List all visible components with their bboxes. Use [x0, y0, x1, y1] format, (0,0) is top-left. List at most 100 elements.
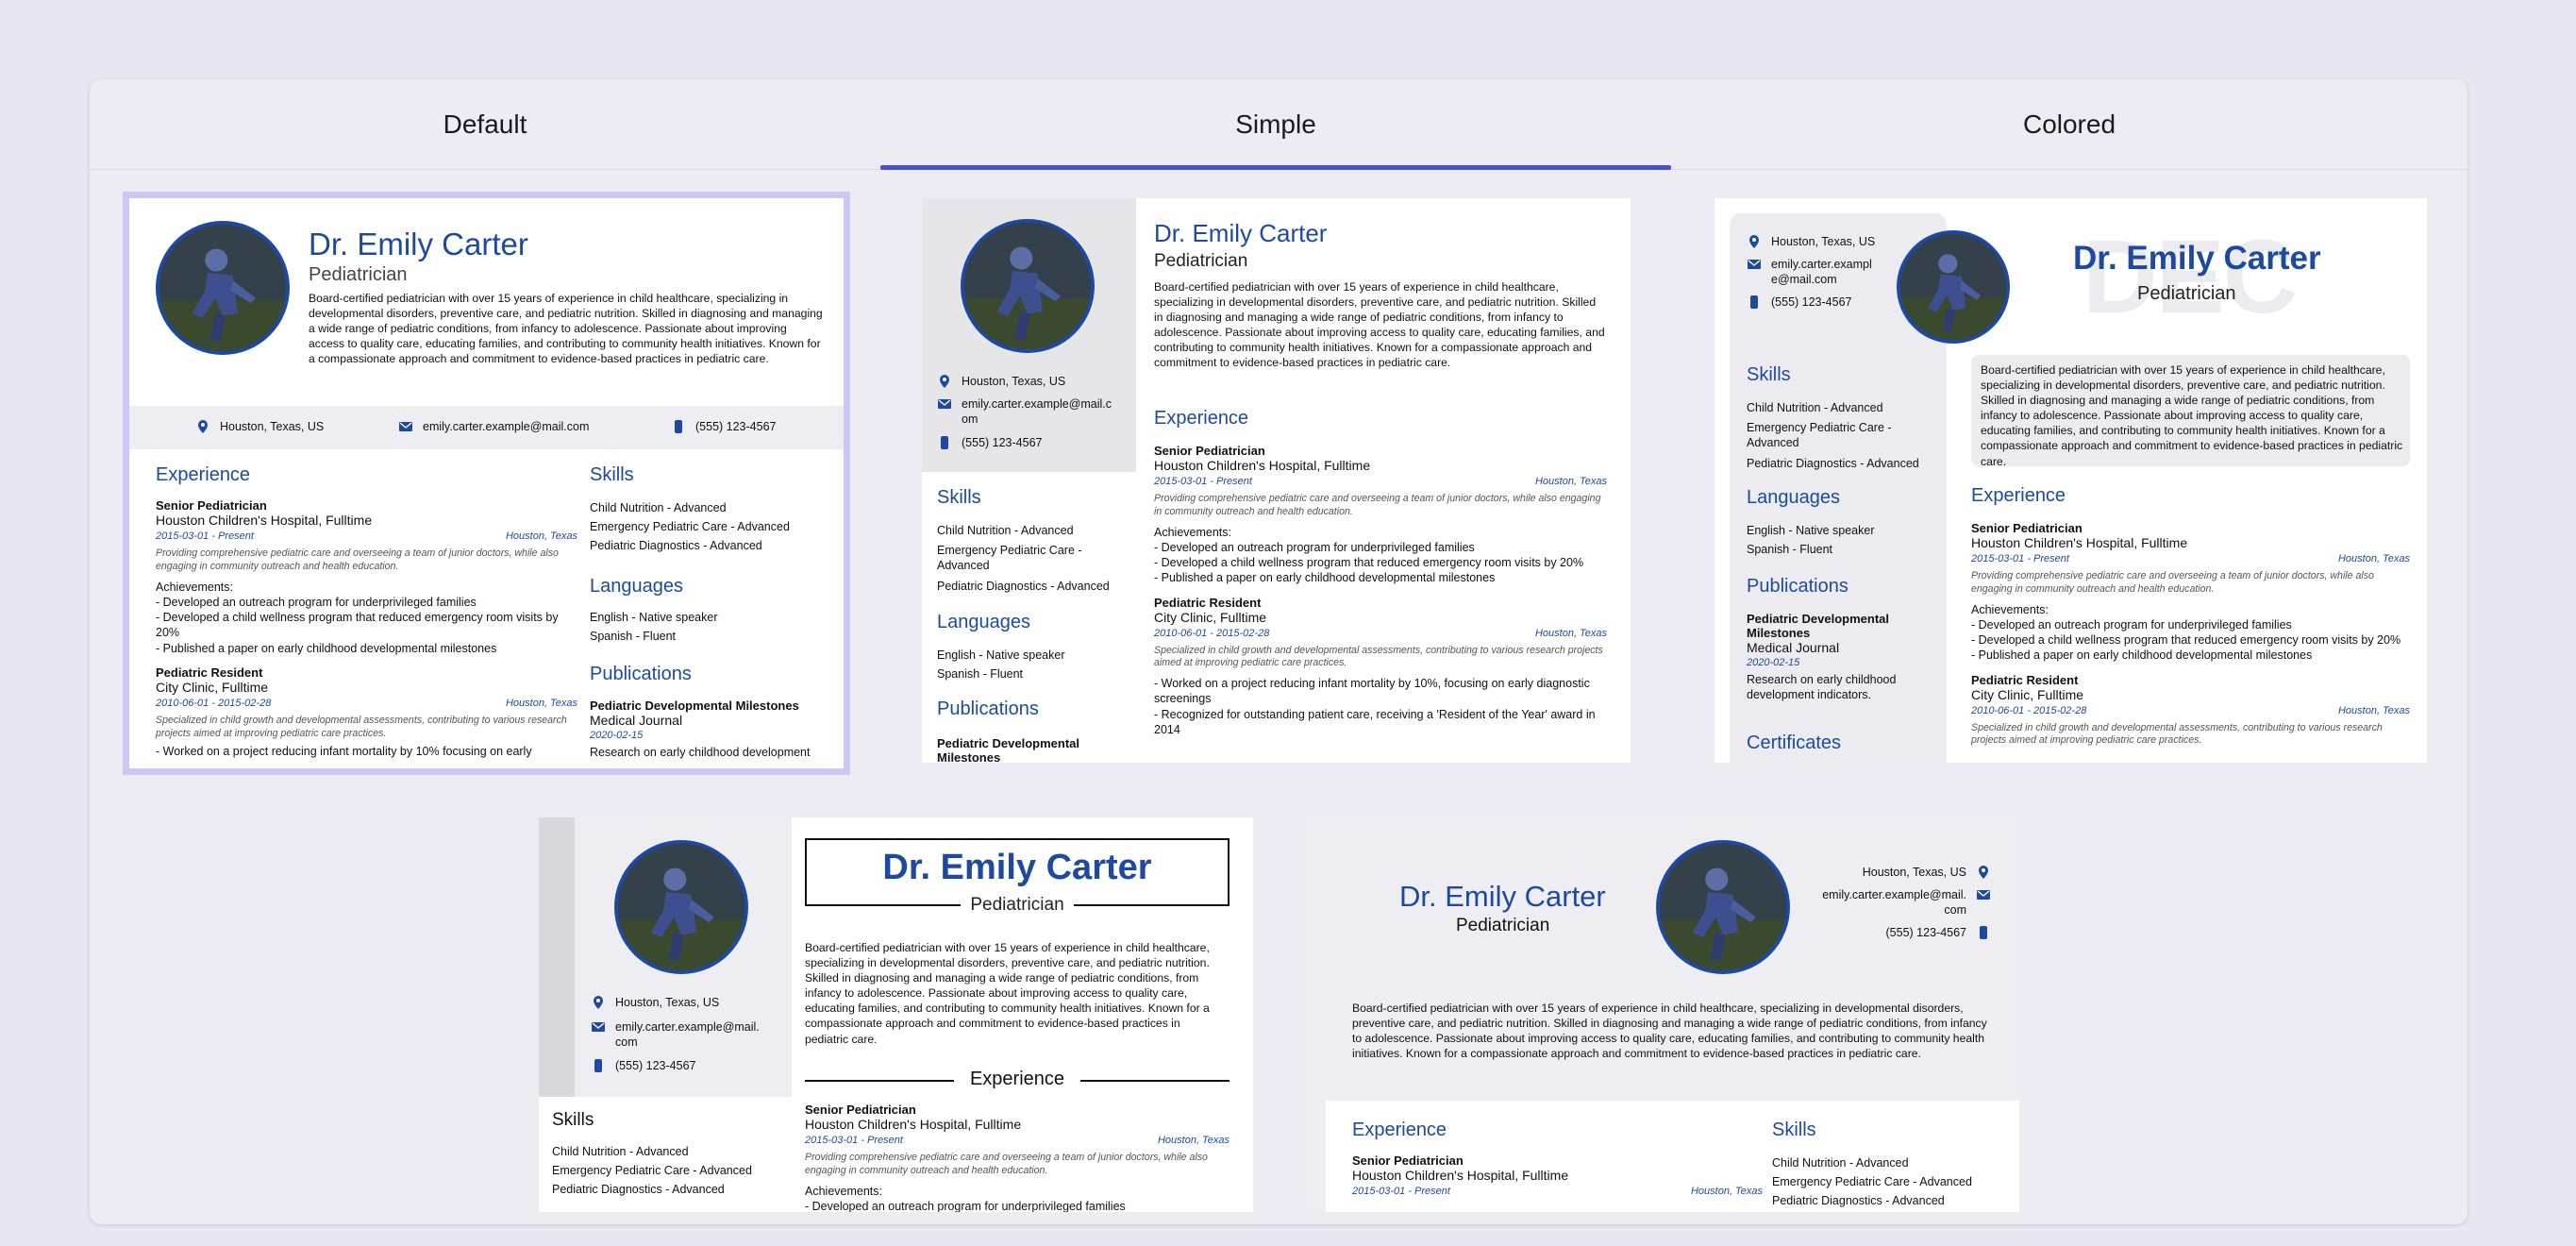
resume-profession: Pediatrician	[1154, 251, 1248, 271]
achievement: - Developed a child wellness program tha…	[156, 611, 559, 640]
job-title: Pediatric Resident	[1154, 595, 1262, 610]
achievement: - Published a paper on early childhood d…	[1154, 571, 1496, 585]
resume-template-sidebar[interactable]: Houston, Texas, US emily.carter.example@…	[539, 817, 1253, 1212]
experience-list: Senior Pediatrician Houston Children's H…	[1971, 521, 2410, 748]
job-company: Houston Children's Hospital, Fulltime	[805, 1117, 1022, 1132]
job-meta: 2010-06-01 - 2015-02-28 Houston, Texas	[1154, 627, 1607, 639]
tab-simple[interactable]: Simple	[880, 79, 1671, 170]
language-item: Spanish - Fluent	[937, 667, 1024, 681]
contact-location: Houston, Texas, US	[1747, 234, 1875, 249]
job-company: Houston Children's Hospital, Fulltime	[1352, 1168, 1569, 1183]
skill-item: Pediatric Diagnostics - Advanced	[1747, 456, 1919, 470]
achievement: - Published a paper on early childhood d…	[156, 641, 497, 655]
location-icon	[1747, 234, 1762, 249]
resume-name: Dr. Emily Carter	[2073, 240, 2321, 277]
resume-profession: Pediatrician	[1456, 916, 1550, 935]
languages-heading: Languages	[937, 612, 1030, 632]
location-icon	[937, 374, 952, 389]
publications-heading: Publications	[590, 664, 692, 684]
experience-heading: Experience	[954, 1069, 1080, 1090]
resume-template-modern[interactable]: Dr. Emily Carter Pediatrician Houston, T…	[1305, 817, 2019, 1212]
job-company: City Clinic, Fulltime	[156, 679, 269, 695]
languages-list: English - Native speaker Spanish - Fluen…	[937, 646, 1064, 683]
resume-summary: Board-certified pediatrician with over 1…	[1352, 1002, 1987, 1061]
achievement: - Recognized for outstanding patient car…	[1154, 707, 1596, 736]
language-item: Spanish - Fluent	[590, 630, 677, 643]
skill-item: Child Nutrition - Advanced	[590, 501, 727, 514]
resume-profession: Pediatrician	[2137, 283, 2236, 304]
tab-colored[interactable]: Colored	[1671, 79, 2467, 170]
resume-summary: Board-certified pediatrician with over 1…	[805, 941, 1210, 1046]
contact-email: emily.carter.example@mail.com	[591, 1019, 760, 1051]
achievement: - Published a paper on early childhood d…	[1971, 648, 2313, 663]
job-meta: 2015-03-01 - Present Houston, Texas	[1154, 476, 1607, 487]
job-description: Providing comprehensive pediatric care a…	[805, 1152, 1208, 1176]
avatar	[614, 840, 748, 974]
experience-heading: Experience	[156, 464, 251, 485]
contact-phone: (555) 123-4567	[1747, 295, 1851, 310]
publication: Pediatric Developmental Milestones Medica…	[1747, 612, 1897, 702]
resume-summary: Board-certified pediatrician with over 1…	[1154, 280, 1605, 370]
achievements-label: Achievements:	[805, 1184, 882, 1198]
location-icon	[1976, 865, 1991, 880]
resume-profession: Pediatrician	[309, 264, 408, 285]
contact-phone: (555) 123-4567	[671, 419, 776, 434]
skill-item: Child Nutrition - Advanced	[1747, 401, 1883, 414]
job-description: Providing comprehensive pediatric care a…	[156, 547, 559, 572]
contact-location: Houston, Texas, US	[195, 419, 324, 434]
achievement: - Developed an outreach program for unde…	[805, 1199, 1126, 1212]
language-item: English - Native speaker	[1747, 524, 1875, 537]
phone-icon	[591, 1058, 606, 1073]
job-company: Houston Children's Hospital, Fulltime	[156, 513, 373, 528]
skills-list: Child Nutrition - Advanced Emergency Ped…	[590, 498, 790, 555]
skill-item: Emergency Pediatric Care - Advanced	[1747, 421, 1892, 450]
job-company: City Clinic, Fulltime	[1971, 686, 2084, 702]
skills-heading: Skills	[937, 487, 981, 508]
achievements-label: Achievements:	[1971, 602, 2049, 616]
language-item: English - Native speaker	[590, 611, 718, 624]
languages-heading: Languages	[590, 576, 683, 597]
skills-heading: Skills	[552, 1110, 594, 1130]
contact-phone: (555) 123-4567	[937, 435, 1042, 450]
skills-list: Child Nutrition - Advanced Emergency Ped…	[937, 521, 1110, 596]
achievement: - Developed a child wellness program tha…	[1154, 556, 1584, 570]
resume-name: Dr. Emily Carter	[882, 848, 1152, 887]
experience-heading: Experience	[1971, 485, 2066, 506]
experience-list: Senior Pediatrician Houston Children's H…	[156, 498, 577, 760]
email-icon	[1976, 887, 1991, 902]
resume-name: Dr. Emily Carter	[1399, 880, 1606, 913]
resume-template-simple[interactable]: Houston, Texas, US emily.carter.example@…	[922, 198, 1631, 763]
job-meta: 2015-03-01 - Present Houston, Texas	[1352, 1186, 1763, 1197]
contact-location: Houston, Texas, US	[591, 995, 719, 1010]
skills-list: Child Nutrition - Advanced Emergency Ped…	[1747, 398, 1919, 473]
contact-phone: (555) 123-4567	[591, 1058, 695, 1073]
resume-profession: Pediatrician	[961, 895, 1074, 916]
job-company: City Clinic, Fulltime	[1154, 609, 1267, 625]
job-company: Houston Children's Hospital, Fulltime	[1154, 458, 1371, 473]
achievements-label: Achievements:	[1154, 525, 1231, 539]
phone-icon	[1976, 925, 1991, 940]
tab-bar: Default Simple Colored	[90, 79, 2467, 170]
publication-title: Pediatric Developmental Milestones	[937, 736, 1079, 763]
achievement: - Worked on a project reducing infant mo…	[1154, 677, 1590, 706]
job-title: Senior Pediatrician	[156, 498, 267, 513]
experience-list: Senior Pediatrician Houston Children's H…	[1352, 1153, 1763, 1197]
job-meta: 2015-03-01 - Present Houston, Texas	[805, 1135, 1229, 1146]
job-title: Senior Pediatrician	[805, 1103, 916, 1117]
email-icon	[937, 396, 952, 412]
resume-template-default[interactable]: Dr. Emily Carter Pediatrician Board-cert…	[123, 192, 850, 775]
resume-summary: Board-certified pediatrician with over 1…	[309, 292, 823, 366]
email-icon	[591, 1019, 606, 1035]
publications-heading: Publications	[1747, 576, 1848, 597]
contact-phone: (555) 123-4567	[1886, 925, 1991, 940]
achievement: - Developed an outreach program for unde…	[1971, 617, 2292, 631]
resume-template-colored[interactable]: Houston, Texas, US emily.carter.exampl e@…	[1715, 198, 2427, 763]
tab-default[interactable]: Default	[90, 79, 880, 170]
publication: Pediatric Developmental Milestones Medic…	[590, 699, 811, 759]
skills-heading: Skills	[590, 464, 634, 485]
job-title: Pediatric Resident	[1971, 672, 2079, 687]
avatar	[156, 221, 290, 355]
languages-list: English - Native speaker Spanish - Fluen…	[1747, 521, 1874, 559]
achievement: - Developed an outreach program for unde…	[156, 595, 477, 609]
contact-location: Houston, Texas, US	[937, 374, 1065, 389]
